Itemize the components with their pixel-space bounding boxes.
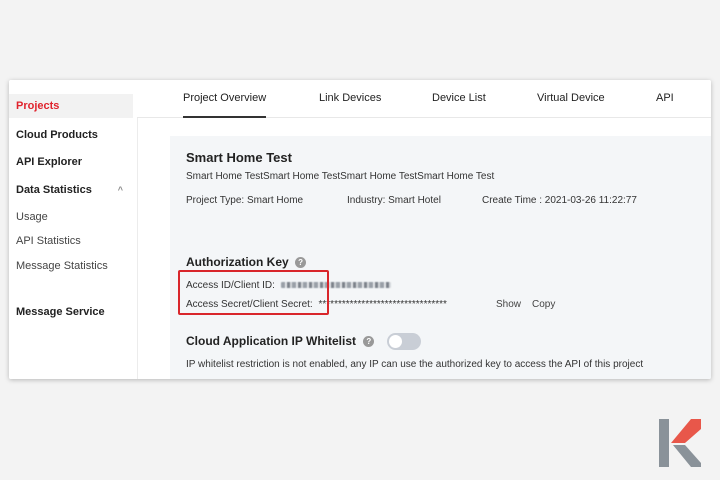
- logo-upper-arm: [671, 419, 701, 443]
- project-name: Smart Home Test: [186, 150, 292, 165]
- sidebar-item-data-statistics[interactable]: Data Statistics ^: [9, 178, 133, 202]
- logo-lower-arm: [673, 445, 701, 467]
- app-window: Projects Cloud Products API Explorer Dat…: [9, 80, 711, 379]
- help-icon[interactable]: ?: [363, 336, 375, 348]
- tab-device-list[interactable]: Device List: [432, 80, 486, 116]
- authorization-key-heading: Authorization Key ?: [186, 255, 307, 269]
- ip-whitelist-toggle[interactable]: [387, 333, 421, 350]
- logo-stem: [659, 419, 669, 467]
- tab-virtual-device[interactable]: Virtual Device: [537, 80, 605, 116]
- tab-bar: Project Overview Link Devices Device Lis…: [137, 80, 711, 118]
- sidebar-item-message-statistics[interactable]: Message Statistics: [9, 254, 133, 278]
- project-type: Project Type: Smart Home: [186, 195, 304, 206]
- help-icon[interactable]: ?: [295, 257, 307, 269]
- sidebar-item-label: API Explorer: [16, 156, 83, 168]
- toggle-knob: [389, 335, 402, 348]
- ip-whitelist-title: Cloud Application IP Whitelist: [186, 334, 356, 348]
- sidebar-item-label: Projects: [16, 100, 60, 112]
- sidebar-item-label: Usage: [16, 211, 48, 223]
- sidebar-item-label: Message Service: [16, 306, 105, 318]
- sidebar-item-usage[interactable]: Usage: [9, 205, 133, 229]
- sidebar-item-cloud-products[interactable]: Cloud Products: [9, 123, 133, 147]
- tab-api[interactable]: API: [656, 80, 674, 116]
- project-create-time: Create Time : 2021-03-26 11:22:77: [482, 195, 637, 206]
- ip-whitelist-note: IP whitelist restriction is not enabled,…: [186, 359, 644, 370]
- sidebar-item-projects[interactable]: Projects: [9, 94, 133, 118]
- sidebar-item-message-service[interactable]: Message Service: [9, 300, 133, 324]
- show-secret-button[interactable]: Show: [496, 299, 521, 310]
- access-secret-value: *********************************: [318, 299, 447, 310]
- sidebar-item-api-explorer[interactable]: API Explorer: [9, 150, 133, 174]
- sidebar-item-label: Data Statistics: [16, 184, 92, 196]
- sidebar-item-label: Message Statistics: [16, 260, 108, 272]
- project-industry: Industry: Smart Hotel: [347, 195, 441, 206]
- credentials-highlight-box: [178, 270, 329, 315]
- sidebar: Projects Cloud Products API Explorer Dat…: [9, 80, 138, 379]
- authorization-key-title: Authorization Key: [186, 255, 289, 269]
- sidebar-item-label: Cloud Products: [16, 129, 98, 141]
- brand-logo-icon: [659, 419, 701, 467]
- ip-whitelist-heading: Cloud Application IP Whitelist ?: [186, 334, 375, 348]
- sidebar-item-api-statistics[interactable]: API Statistics: [9, 229, 133, 253]
- project-description: Smart Home TestSmart Home TestSmart Home…: [186, 171, 495, 182]
- sidebar-item-label: API Statistics: [16, 235, 81, 247]
- tab-link-devices[interactable]: Link Devices: [319, 80, 381, 116]
- chevron-up-icon[interactable]: ^: [118, 178, 123, 202]
- tab-project-overview[interactable]: Project Overview: [183, 80, 267, 118]
- project-overview-panel: Smart Home Test Smart Home TestSmart Hom…: [170, 136, 711, 379]
- copy-secret-button[interactable]: Copy: [532, 299, 555, 310]
